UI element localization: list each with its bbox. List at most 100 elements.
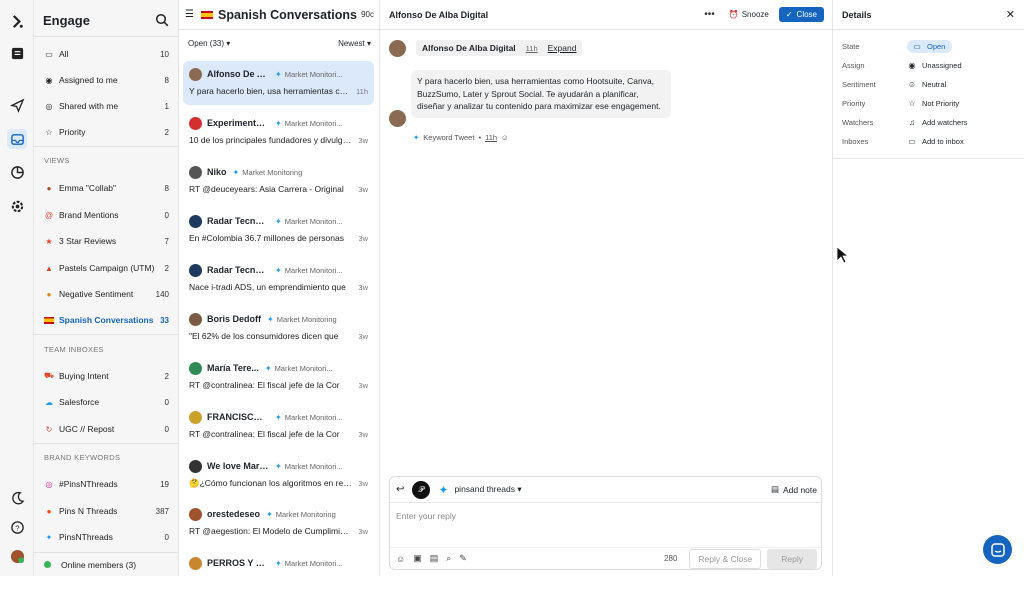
sidebar-item-spanish-conversations[interactable]: Spanish Conversations 33 [34,308,179,332]
avatar [189,116,202,130]
sidebar-item-label: #PinsNThreads [59,479,118,489]
send-icon[interactable] [7,95,27,115]
sidebar-item-label: Buying Intent [59,371,109,381]
state-pill[interactable]: ▭ Open [907,39,953,53]
conversation-item[interactable]: Experimenta ... ✦ Market Monitori... 10 de … [183,110,374,154]
emoji-icon[interactable]: ☺ [396,554,405,564]
conversation-item[interactable]: PERROS Y LE... ✦ Market Monitori... [183,550,374,594]
menu-icon[interactable]: ☰ [185,9,195,20]
conversation-time: 3w [358,380,368,390]
status-filter-dropdown[interactable]: Open (33) ▾ [188,39,230,48]
sidebar-item-keyword[interactable]: ◎ #PinsNThreads 19 [34,472,179,496]
sprout-logo-icon[interactable] [7,11,27,31]
magic-wand-icon[interactable]: ✎ [459,553,467,564]
reply-and-close-button[interactable]: Reply & Close [689,548,762,569]
sidebar-item-shared[interactable]: ◎ Shared with me 1 [34,94,179,118]
conversation-item[interactable]: Radar Tecnol... ✦ Market Monitori... En #Co… [183,208,374,252]
views-header: VIEWS [44,156,70,165]
star-icon: ★ [45,236,53,246]
sidebar-item-team[interactable]: ☁ Salesforce 0 [34,390,179,414]
sidebar-item-team[interactable]: ↻ UGC // Repost 0 [34,417,179,441]
message-meta-time[interactable]: 11h [485,133,497,142]
twitter-icon: ✦ [264,363,272,373]
search-asset-icon[interactable]: ⌕ [446,553,451,564]
avatar [189,459,202,473]
person-icon: ◉ [45,75,53,85]
reaction-smiley-icon[interactable]: ☺ [501,133,509,142]
sidebar-item-keyword[interactable]: ✦ PinsNThreads 0 [34,525,179,549]
conversation-name: Niko [207,167,227,177]
tasks-icon[interactable] [7,43,27,63]
settings-gear-icon[interactable] [7,196,27,216]
conversation-preview: RT @contralinea: El fiscal jefe de la Co… [189,380,340,390]
sidebar-item-view[interactable]: ● Negative Sentiment 140 [34,282,179,306]
sidebar-item-view[interactable]: ★ 3 Star Reviews 7 [34,229,179,253]
sidebar-item-view[interactable]: ● Emma "Collab" 8 [34,176,179,200]
avatar [189,165,202,179]
sidebar-item-team[interactable]: ⛟ Buying Intent 2 [34,364,179,388]
conversation-item[interactable]: Radar Tecnol... ✦ Market Monitori... Nace i… [183,257,374,301]
detail-assign[interactable]: Assign ◉ Unassigned [842,57,1022,73]
cart-icon: ⛟ [43,371,55,380]
chat-icon [990,542,1005,557]
conversation-preview: Nace i-tradi ADS, un emprendimiento que [189,282,346,292]
sort-dropdown[interactable]: Newest ▾ [338,39,371,48]
conversation-item[interactable]: orestedeseo ✦ Market Monitoring RT @aegesti… [183,501,374,545]
more-options-icon[interactable]: ••• [704,9,715,20]
image-icon[interactable]: ▣ [413,553,422,564]
account-selector[interactable]: pinsand threads ▾ [454,484,521,495]
conversation-item[interactable]: Boris Dedoff ✦ Market Monitoring "El 62% de… [183,306,374,350]
sidebar-item-assigned[interactable]: ◉ Assigned to me 8 [34,68,179,92]
conversation-item[interactable]: We love Mark... ✦ Market Monitori... 🤔¿Cómo… [183,453,374,497]
conversation-item[interactable]: Niko ✦ Market Monitoring RT @deuceyears: As… [183,159,374,203]
sidebar-item-label: Priority [59,127,86,137]
search-icon[interactable] [155,13,169,27]
sidebar-item-all[interactable]: ▭ All 10 [34,42,179,66]
detail-state[interactable]: State ▭ Open [842,38,1022,54]
dark-mode-moon-icon[interactable] [7,488,27,508]
author-avatar[interactable] [389,39,406,57]
reports-icon[interactable] [7,162,27,182]
expand-link[interactable]: Expand [548,43,577,53]
message-bubble: Y para hacerlo bien, usa herramientas co… [411,70,671,118]
close-button[interactable]: ✓ Close [778,7,824,22]
snooze-button[interactable]: ⏰ Snooze [729,10,769,19]
conversation-item[interactable]: María Tere... ✦ Market Monitori... RT @cont… [183,355,374,399]
sidebar-item-count: 2 [164,263,169,273]
conversation-time: 3w [358,184,368,194]
detail-priority[interactable]: Priority ☆ Not Priority [842,95,1022,111]
sidebar-item-keyword[interactable]: ● Pins N Threads 387 [34,499,179,523]
help-icon[interactable]: ? [7,517,27,537]
conversation-item[interactable]: Alfonso De Al... ✦ Market Monitori... Y par… [183,61,374,105]
chat-support-button[interactable] [983,535,1012,564]
sidebar-item-count: 33 [160,315,169,325]
conversation-name: Alfonso De Al... [207,69,269,79]
sidebar-item-priority[interactable]: ☆ Priority 2 [34,120,179,144]
sidebar-item-count: 2 [164,127,169,137]
reply-input[interactable]: Enter your reply [396,511,456,521]
author-name[interactable]: Alfonso De Alba Digital [422,43,516,53]
add-note-label: Add note [782,484,817,495]
avatar [189,263,202,277]
add-note-button[interactable]: ▤ Add note [771,484,817,495]
close-icon[interactable]: ✕ [1006,8,1015,21]
conversation-pane: Alfonso De Alba Digital ••• ⏰ Snooze ✓ Clo… [380,0,848,576]
detail-inboxes[interactable]: Inboxes ▭ Add to inbox [842,133,1022,149]
conversation-name: Radar Tecnol... [207,216,269,226]
conversation-source: Market Monitoring [275,509,336,519]
avatar [189,312,202,326]
reply-arrow-icon[interactable]: ↩ [396,484,404,495]
online-members[interactable]: Online members (3) [34,552,179,576]
message-avatar [389,110,406,127]
detail-sentiment[interactable]: Sentiment ☺ Neutral [842,76,1022,92]
reply-button[interactable]: Reply [767,548,817,569]
conversation-item[interactable]: FRANCISCO ... ✦ Market Monitori... RT @cont… [183,404,374,448]
sidebar-item-label: Assigned to me [59,75,118,85]
inbox-icon[interactable] [7,129,27,149]
gif-icon[interactable]: ▤ [430,553,439,564]
sidebar-item-view[interactable]: @ Brand Mentions 0 [34,203,179,227]
detail-watchers[interactable]: Watchers ♫ Add watchers [842,114,1022,130]
user-avatar[interactable] [7,546,27,566]
sidebar-item-view[interactable]: ▲ Pastels Campaign (UTM) 2 [34,256,179,280]
message-time[interactable]: 11h [526,44,538,53]
